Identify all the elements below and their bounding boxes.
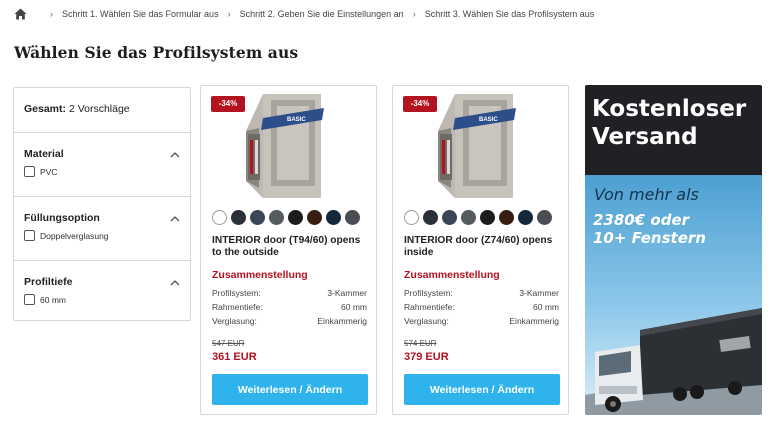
ad-line-2-text: 2380€ oder (593, 211, 690, 229)
ad-line-2: 2380€ oder 10+ Fenstern (593, 211, 706, 247)
product-card[interactable]: BASIC -34% INTERIOR door (T94/60) opens … (200, 85, 377, 415)
color-swatch[interactable] (537, 210, 552, 225)
filter-title: Füllungsoption (24, 212, 100, 224)
chevron-up-icon[interactable] (170, 215, 180, 222)
color-swatches (404, 210, 552, 225)
spec-value: Einkammerig (509, 316, 559, 326)
total-label: Gesamt: (24, 103, 67, 115)
color-swatch-white[interactable] (212, 210, 227, 225)
old-price: 574 EUR (404, 339, 437, 348)
breadcrumb-step-2[interactable]: Schritt 2. Geben Sie die Einstellungen a… (240, 9, 404, 19)
color-swatch[interactable] (480, 210, 495, 225)
spec-row: Rahmentiefe: 60 mm (404, 302, 559, 312)
color-swatch[interactable] (250, 210, 265, 225)
shipping-ad-banner[interactable]: Kostenloser Versand Von mehr als 2380€ o… (585, 85, 762, 415)
basic-ribbon-label: BASIC (479, 117, 498, 123)
spec-row: Verglasung: Einkammerig (212, 316, 367, 326)
spec-label: Verglasung: (212, 316, 257, 326)
option-label: PVC (40, 166, 58, 177)
filter-header-profiltiefe[interactable]: Profiltiefe (24, 276, 180, 288)
spec-label: Rahmentiefe: (212, 302, 263, 312)
spec-value: 60 mm (533, 302, 559, 312)
spec-value: 3-Kammer (327, 288, 367, 298)
color-swatch[interactable] (345, 210, 360, 225)
section-heading: Zusammenstellung (212, 269, 308, 281)
filter-group-profiltiefe: Profiltiefe 60 mm (14, 261, 190, 325)
discount-badge: -34% (403, 96, 437, 112)
color-swatch[interactable] (269, 210, 284, 225)
spec-label: Profilsystem: (212, 288, 261, 298)
color-swatch-white[interactable] (404, 210, 419, 225)
filter-panel: Gesamt: 2 Vorschläge Material PVC Füllun… (13, 87, 191, 321)
page-title: Wählen Sie das Profilsystem aus (14, 43, 299, 62)
product-title[interactable]: INTERIOR door (T94/60) opens to the outs… (212, 235, 370, 259)
total-value: 2 Vorschläge (68, 103, 130, 115)
filter-header-fuellung[interactable]: Füllungsoption (24, 212, 180, 224)
spec-label: Rahmentiefe: (404, 302, 455, 312)
ad-header: Kostenloser Versand (585, 85, 762, 175)
spec-value: 60 mm (341, 302, 367, 312)
spec-row: Profilsystem: 3-Kammer (404, 288, 559, 298)
breadcrumb: › Schritt 1. Wählen Sie das Formular aus… (14, 6, 594, 22)
filter-option-doppelverglasung[interactable]: Doppelverglasung (24, 230, 180, 241)
read-more-button[interactable]: Weiterlesen / Ändern (404, 374, 560, 405)
spec-label: Profilsystem: (404, 288, 453, 298)
filter-group-material: Material PVC (14, 133, 190, 197)
color-swatch[interactable] (442, 210, 457, 225)
checkbox[interactable] (24, 166, 35, 177)
current-price: 379 EUR (404, 351, 449, 363)
chevron-up-icon[interactable] (170, 279, 180, 286)
spec-value: 3-Kammer (519, 288, 559, 298)
option-label: 60 mm (40, 294, 66, 305)
chevron-right-icon: › (50, 9, 53, 19)
breadcrumb-step-3: Schritt 3. Wählen Sie das Profilsystem a… (424, 9, 595, 19)
filter-total: Gesamt: 2 Vorschläge (14, 88, 190, 133)
breadcrumb-step-1[interactable]: Schritt 1. Wählen Sie das Formular aus (62, 9, 219, 19)
checkbox[interactable] (24, 230, 35, 241)
ad-line-1: Von mehr als (594, 185, 699, 204)
section-heading: Zusammenstellung (404, 269, 500, 281)
basic-ribbon-label: BASIC (287, 117, 306, 123)
color-swatch[interactable] (518, 210, 533, 225)
old-price: 547 EUR (212, 339, 245, 348)
chevron-right-icon: › (227, 9, 231, 19)
color-swatch[interactable] (461, 210, 476, 225)
filter-title: Profiltiefe (24, 276, 73, 288)
spec-row: Rahmentiefe: 60 mm (212, 302, 367, 312)
truck-image (585, 308, 762, 415)
current-price: 361 EUR (212, 351, 257, 363)
filter-option-60mm[interactable]: 60 mm (24, 294, 180, 305)
filter-title: Material (24, 148, 64, 160)
color-swatches (212, 210, 360, 225)
home-icon[interactable] (14, 8, 27, 20)
discount-badge: -34% (211, 96, 245, 112)
color-swatch[interactable] (423, 210, 438, 225)
ad-headline-2: Versand (592, 124, 698, 150)
ad-line-3-text: 10+ Fenstern (593, 229, 706, 247)
chevron-up-icon[interactable] (170, 151, 180, 158)
product-title[interactable]: INTERIOR door (Z74/60) opens inside (404, 235, 562, 259)
spec-label: Verglasung: (404, 316, 449, 326)
color-swatch[interactable] (307, 210, 322, 225)
filter-option-pvc[interactable]: PVC (24, 166, 180, 177)
spec-row: Profilsystem: 3-Kammer (212, 288, 367, 298)
color-swatch[interactable] (288, 210, 303, 225)
product-card[interactable]: BASIC -34% INTERIOR door (Z74/60) opens … (392, 85, 569, 415)
spec-row: Verglasung: Einkammerig (404, 316, 559, 326)
color-swatch[interactable] (326, 210, 341, 225)
color-swatch[interactable] (231, 210, 246, 225)
spec-value: Einkammerig (317, 316, 367, 326)
read-more-button[interactable]: Weiterlesen / Ändern (212, 374, 368, 405)
filter-group-fuellung: Füllungsoption Doppelverglasung (14, 197, 190, 261)
option-label: Doppelverglasung (40, 230, 109, 241)
color-swatch[interactable] (499, 210, 514, 225)
ad-headline-1: Kostenloser (592, 96, 747, 122)
chevron-right-icon: › (412, 9, 416, 19)
filter-header-material[interactable]: Material (24, 148, 180, 160)
checkbox[interactable] (24, 294, 35, 305)
